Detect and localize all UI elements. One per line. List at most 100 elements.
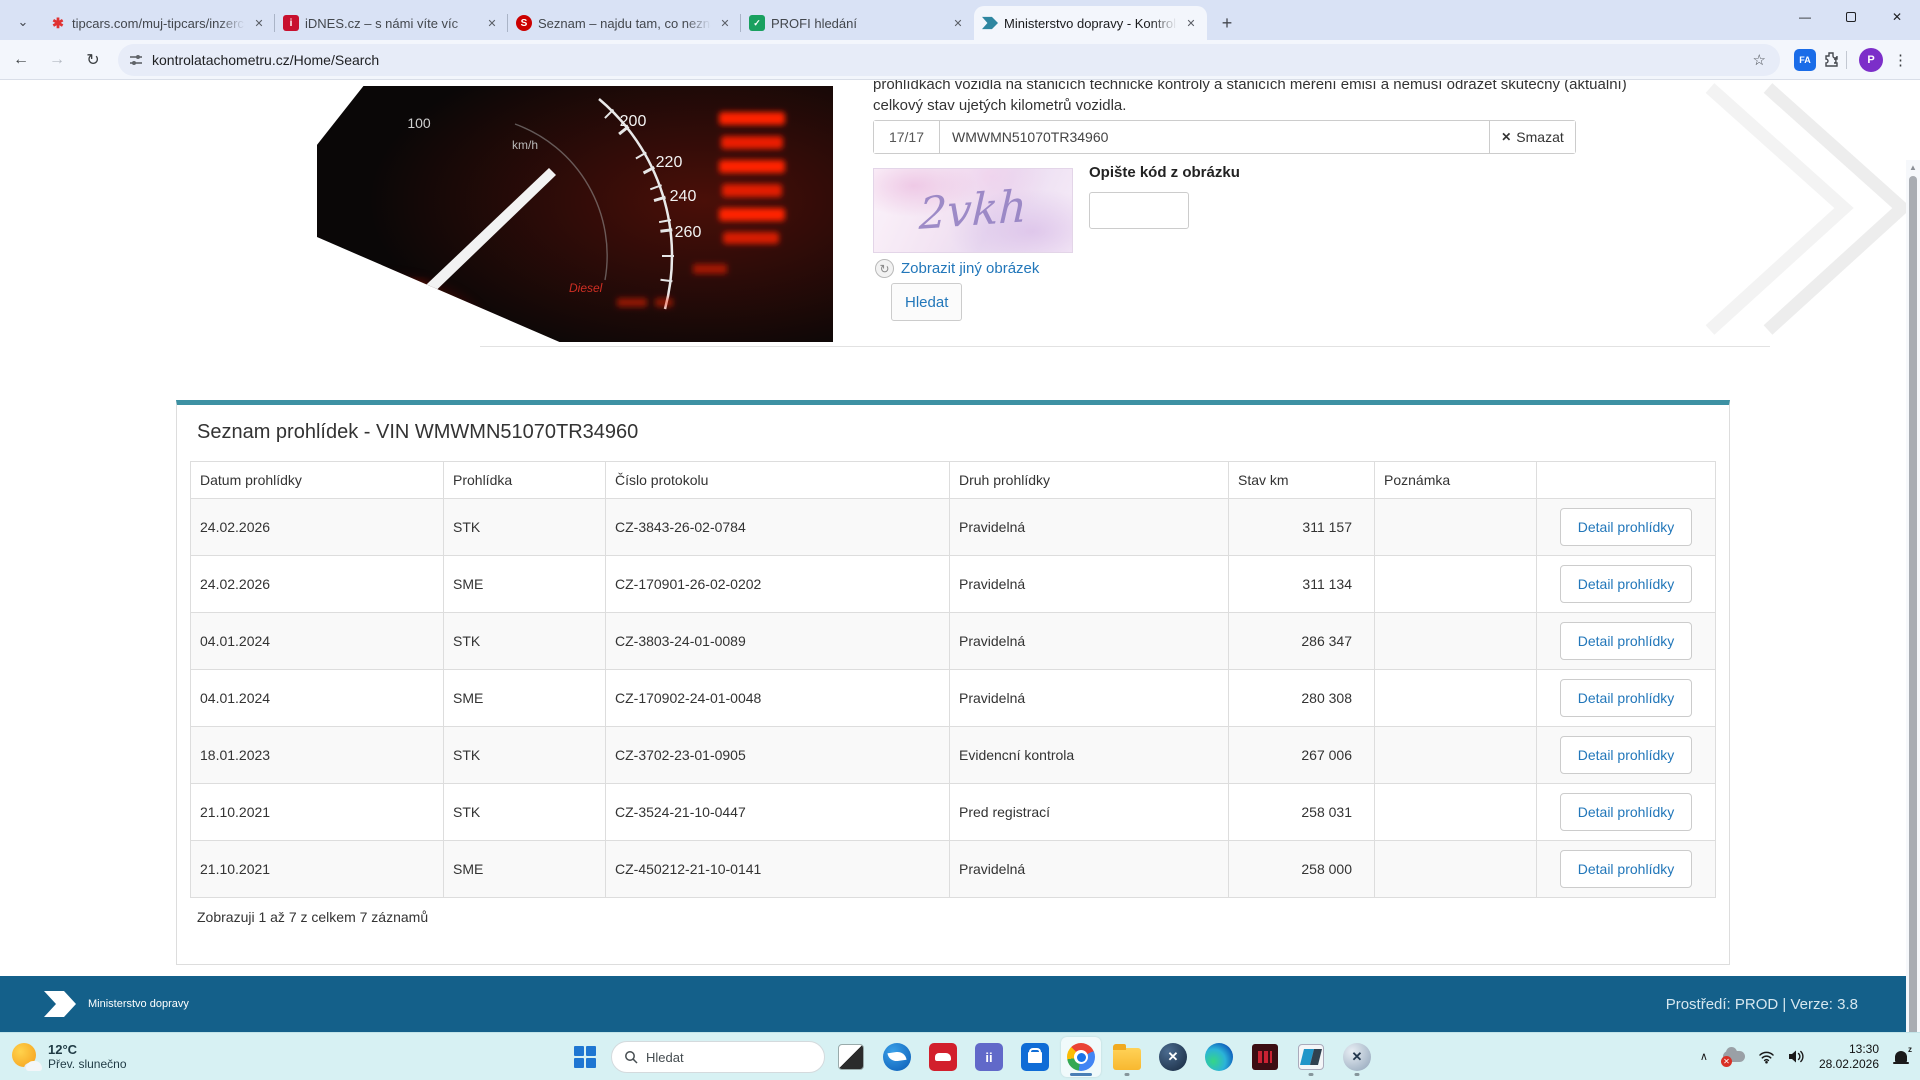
tab-seznam[interactable]: S Seznam – najdu tam, co nezná ✕	[507, 6, 741, 40]
close-window-button[interactable]: ✕	[1874, 0, 1920, 34]
close-icon[interactable]: ✕	[950, 15, 966, 31]
fa-extension-badge[interactable]: FA	[1794, 48, 1816, 71]
thunderbird-icon[interactable]	[877, 1037, 917, 1077]
photos-app-icon[interactable]	[831, 1037, 871, 1077]
site-settings-icon[interactable]	[128, 52, 144, 68]
vin-char-counter: 17/17	[874, 121, 940, 153]
chrome-icon[interactable]	[1061, 1037, 1101, 1077]
tab-idnes[interactable]: i iDNES.cz – s námi víte víc ✕	[274, 6, 508, 40]
detail-button[interactable]: Detail prohlídky	[1559, 508, 1693, 546]
refresh-captcha-link[interactable]: Zobrazit jiný obrázek	[901, 260, 1039, 277]
speedo-200-label: 200	[620, 113, 647, 130]
intro-line-1: prohlídkách vozidla na stanicích technic…	[873, 80, 1627, 93]
back-button[interactable]: ←	[6, 45, 36, 75]
cell-protocol: CZ-450212-21-10-0141	[606, 841, 950, 897]
onedrive-error-icon[interactable]: ✕	[1720, 1046, 1745, 1067]
intro-line-2: celkový stav ujetých kilometrů vozidla.	[873, 97, 1127, 114]
toolbar-separator	[1846, 50, 1847, 69]
detail-button[interactable]: Detail prohlídky	[1559, 850, 1693, 888]
speedo-100-label: 100	[407, 115, 431, 131]
close-icon[interactable]: ✕	[251, 15, 267, 31]
search-button[interactable]: Hledat	[891, 283, 963, 321]
detail-button[interactable]: Detail prohlídky	[1559, 679, 1693, 717]
close-icon[interactable]: ✕	[484, 15, 500, 31]
bookmark-star-icon[interactable]: ☆	[1753, 51, 1766, 69]
notification-bell-icon[interactable]: z	[1892, 1045, 1912, 1066]
cell-note	[1375, 556, 1537, 612]
scrollbar-thumb[interactable]	[1909, 176, 1917, 1032]
cell-protocol: CZ-3843-26-02-0784	[606, 499, 950, 555]
tab-title: PROFI hledání	[771, 15, 857, 31]
cell-note	[1375, 670, 1537, 726]
new-tab-button[interactable]: +	[1213, 9, 1241, 37]
edge-icon[interactable]	[1199, 1037, 1239, 1077]
browser-menu-icon[interactable]: ⋮	[1893, 51, 1908, 69]
maximize-icon	[1846, 12, 1856, 22]
taskbar-clock[interactable]: 13:30 28.02.2026	[1819, 1042, 1879, 1072]
tab-profi[interactable]: ✓ PROFI hledání ✕	[740, 6, 974, 40]
volume-icon[interactable]	[1788, 1049, 1806, 1064]
cell-km: 258 031	[1229, 784, 1375, 840]
col-header-km: Stav km	[1229, 462, 1375, 498]
close-icon[interactable]: ✕	[1183, 15, 1199, 31]
close-icon[interactable]: ✕	[717, 15, 733, 31]
vin-input[interactable]	[940, 121, 1489, 153]
game-app-icon[interactable]	[1245, 1037, 1285, 1077]
forward-button[interactable]: →	[42, 45, 72, 75]
tab-title: tipcars.com/muj-tipcars/inzerce	[72, 15, 245, 31]
clear-button[interactable]: ✕ Smazat	[1489, 121, 1575, 153]
cell-km: 258 000	[1229, 841, 1375, 897]
minimize-button[interactable]: —	[1782, 0, 1828, 34]
taskbar-search-box[interactable]: Hledat	[611, 1041, 825, 1073]
col-header-actions	[1537, 462, 1715, 498]
detail-button[interactable]: Detail prohlídky	[1559, 736, 1693, 774]
speedo-220-label: 220	[656, 154, 683, 171]
taskbar-weather-widget[interactable]: 12°C Přev. slunečno	[12, 1041, 127, 1071]
cell-type: STK	[444, 499, 606, 555]
table-row: 21.10.2021 STK CZ-3524-21-10-0447 Pred regi…	[190, 784, 1716, 841]
speedometer-hero-image: 200 220 240 260 100 km/h Diesel	[317, 86, 833, 342]
extensions-puzzle-icon[interactable]	[1822, 51, 1840, 69]
cell-note	[1375, 727, 1537, 783]
cell-protocol: CZ-170902-24-01-0048	[606, 670, 950, 726]
file-explorer-icon[interactable]	[1107, 1037, 1147, 1077]
address-bar[interactable]: kontrolatachometru.cz/Home/Search ☆	[118, 43, 1780, 76]
refresh-icon[interactable]: ↻	[875, 259, 894, 278]
cell-date: 21.10.2021	[191, 841, 444, 897]
tab-ministerstvo-active[interactable]: Ministerstvo dopravy - Kontrola ✕	[974, 6, 1207, 40]
microsoft-store-icon[interactable]	[1015, 1037, 1055, 1077]
captcha-input[interactable]	[1089, 192, 1189, 229]
results-title: Seznam prohlídek - VIN WMWMN51070TR34960	[197, 421, 639, 443]
scrollbar-up-icon[interactable]: ▲	[1906, 160, 1920, 174]
col-header-note: Poznámka	[1375, 462, 1537, 498]
reload-button[interactable]: ↻	[78, 45, 108, 75]
hero-divider	[480, 346, 1770, 347]
x-sphere-app-icon[interactable]: ✕	[1153, 1037, 1193, 1077]
wifi-icon[interactable]	[1758, 1049, 1775, 1064]
vin-input-group: 17/17 ✕ Smazat	[873, 120, 1576, 154]
tab-tipcars[interactable]: ✱ tipcars.com/muj-tipcars/inzerce ✕	[42, 6, 275, 40]
weather-temperature: 12°C	[48, 1041, 78, 1057]
clear-label: Smazat	[1516, 129, 1564, 145]
profi-favicon: ✓	[749, 15, 765, 31]
tab-search-icon[interactable]: ⌄	[8, 8, 38, 36]
cell-type: SME	[444, 556, 606, 612]
clock-date: 28.02.2026	[1818, 1056, 1879, 1071]
maximize-button[interactable]	[1828, 0, 1874, 34]
x-sphere-app2-icon[interactable]: ✕	[1337, 1037, 1377, 1077]
detail-button[interactable]: Detail prohlídky	[1559, 793, 1693, 831]
results-panel: Seznam prohlídek - VIN WMWMN51070TR34960…	[176, 400, 1730, 965]
teams-icon[interactable]: ii	[969, 1037, 1009, 1077]
table-row: 24.02.2026 STK CZ-3843-26-02-0784 Pravideln…	[190, 499, 1716, 556]
start-button[interactable]	[565, 1037, 605, 1077]
detail-button[interactable]: Detail prohlídky	[1559, 565, 1693, 603]
car-app-icon[interactable]	[923, 1037, 963, 1077]
detail-button[interactable]: Detail prohlídky	[1559, 622, 1693, 660]
tray-overflow-icon[interactable]: ∧	[1700, 1050, 1708, 1063]
cell-date: 21.10.2021	[191, 784, 444, 840]
package-app-icon[interactable]	[1291, 1037, 1331, 1077]
profile-avatar[interactable]: P	[1859, 47, 1883, 72]
url-text[interactable]: kontrolatachometru.cz/Home/Search	[152, 52, 1753, 68]
browser-toolbar: ← → ↻ kontrolatachometru.cz/Home/Search …	[0, 40, 1920, 80]
page-scrollbar[interactable]: ▲ ▼	[1906, 160, 1920, 1032]
